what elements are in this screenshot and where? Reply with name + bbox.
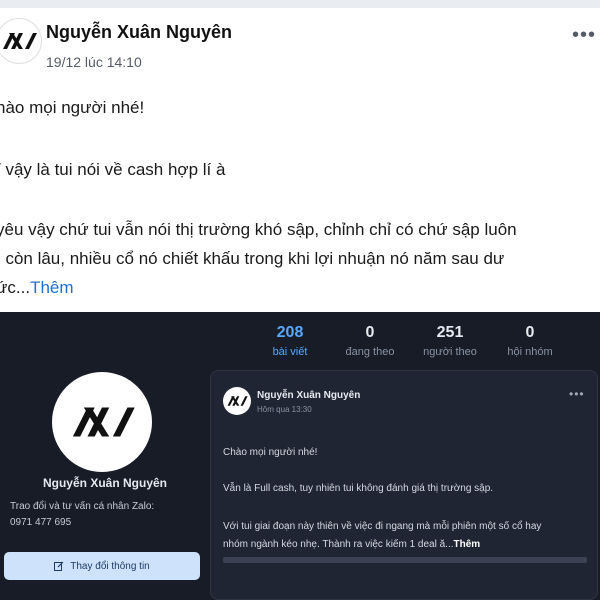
stat-label: hội nhóm [507,346,553,358]
top-divider [0,0,600,8]
see-more-link[interactable]: Thêm [30,278,73,297]
post-line: yêu vậy chứ tui vẫn nói thị trường khó s… [0,220,517,239]
post-line: hào mọi người nhé! [0,98,145,117]
stat-label: bài viết [272,346,308,358]
post-line: Chào mọi người nhé! [223,447,318,458]
post-line-last: ức...Thêm [0,278,74,298]
brand-logo-icon [227,396,248,406]
profile-bio: Trao đổi và tư vấn cá nhân Zalo: [10,501,155,512]
post-line: / vậy là tui nói về cash hợp lí à [0,160,226,179]
divider [223,557,587,563]
see-more-link[interactable]: Thêm [454,539,481,550]
stat-label: đang theo [345,346,395,358]
profile-name: Nguyễn Xuân Nguyên [42,476,167,490]
post-time[interactable]: 19/12 lúc 14:10 [46,54,142,70]
edit-icon [54,561,64,571]
profile-post-card: Nguyễn Xuân Nguyên Hôm qua 13:30 ••• Chà… [210,370,598,600]
stat-value: 0 [525,324,535,341]
post-line: ì còn lâu, nhiều cổ nó chiết khấu trong … [0,249,505,268]
profile-stats: 208 bài viết 0 đang theo 251 người theo … [250,324,570,368]
stat-following[interactable]: 0 đang theo [330,324,410,358]
profile-avatar[interactable] [52,372,152,472]
stat-label: người theo [423,346,477,358]
stat-followers[interactable]: 251 người theo [410,324,490,358]
profile-panel: 208 bài viết 0 đang theo 251 người theo … [0,312,600,600]
brand-logo-icon [72,407,135,437]
more-horizontal-icon[interactable]: ••• [572,25,596,45]
post-time[interactable]: Hôm qua 13:30 [257,405,312,414]
edit-profile-label: Thay đổi thông tin [70,560,150,572]
stat-value: 0 [365,324,375,341]
more-horizontal-icon[interactable]: ••• [569,387,585,401]
post-line-text: ức... [0,278,31,297]
avatar[interactable] [223,387,251,415]
post-line: Với tui giai đoạn này thiên về việc đi n… [223,521,542,532]
avatar[interactable] [0,18,42,64]
post-author[interactable]: Nguyễn Xuân Nguyên [46,22,232,43]
post-line: Vẫn là Full cash, tuy nhiên tui không đá… [223,483,494,494]
stat-groups[interactable]: 0 hội nhóm [490,324,570,358]
top-post: Nguyễn Xuân Nguyên 19/12 lúc 14:10 ••• h… [0,0,600,312]
stat-posts[interactable]: 208 bài viết [250,324,330,358]
profile-phone: 0971 477 695 [10,517,72,528]
post-author[interactable]: Nguyễn Xuân Nguyên [257,390,360,401]
brand-logo-icon [3,33,37,49]
stat-value: 208 [276,324,304,341]
post-line-last: nhóm ngành kéo nhẹ. Thành ra việc kiếm 1… [223,539,480,550]
post-line-text: nhóm ngành kéo nhẹ. Thành ra việc kiếm 1… [223,539,454,550]
stat-value: 251 [436,324,464,341]
edit-profile-button[interactable]: Thay đổi thông tin [4,552,200,580]
